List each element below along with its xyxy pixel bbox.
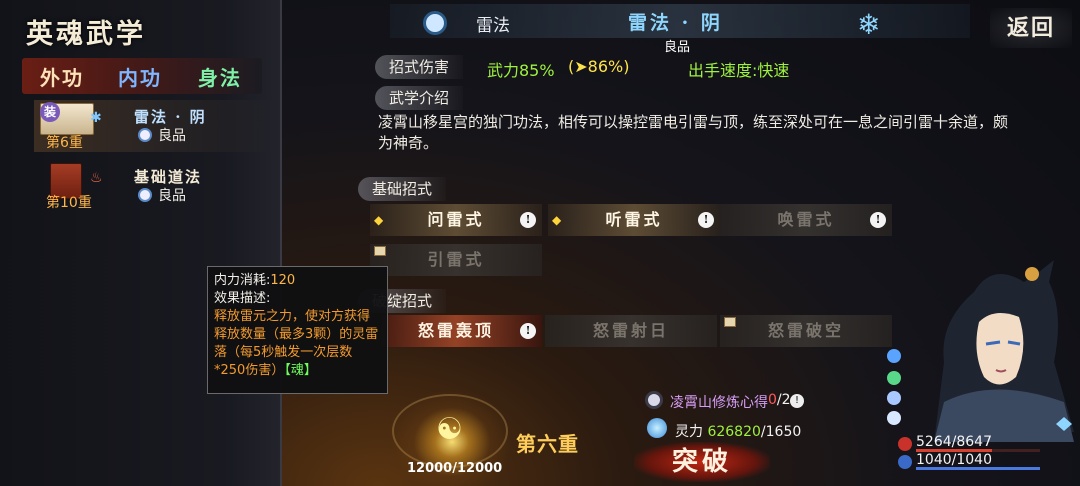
- equipped-badge: 装: [40, 102, 60, 122]
- buff-icon[interactable]: [887, 391, 901, 405]
- move-yinlei[interactable]: 引雷式: [370, 244, 542, 276]
- meditation-icon: ☯: [436, 412, 463, 447]
- effect-label: 效果描述:: [214, 291, 271, 306]
- spirit-need: /1650: [760, 424, 802, 440]
- scroll-icon: [645, 391, 663, 409]
- move-name: 怒雷轰顶: [417, 321, 494, 340]
- intro-label: 武学介绍: [375, 86, 464, 110]
- info-icon[interactable]: !: [790, 394, 804, 408]
- move-name: 怒雷破空: [767, 321, 844, 340]
- spirit-cost: 灵力 626820/1650: [675, 421, 801, 441]
- move-name: 引雷式: [427, 250, 485, 269]
- tab-neigong[interactable]: 内功: [118, 62, 162, 91]
- buff-icon[interactable]: [887, 349, 901, 363]
- insight-current: 0: [768, 392, 777, 408]
- hp-value: 5264/8647: [916, 434, 992, 450]
- skill-level: 第6重: [46, 135, 83, 151]
- category-tabs: 外功 内功 身法: [22, 58, 262, 94]
- basic-moves-label: 基础招式: [358, 177, 447, 201]
- move-huanlei[interactable]: 唤雷式 !: [720, 204, 892, 236]
- move-nulei-sheri[interactable]: 怒雷射日: [545, 315, 717, 347]
- panel-title: 英魂武学: [26, 19, 146, 50]
- skill-list-panel: 英魂武学 外功 内功 身法 装 ✱ 第6重 雷法 · 阴 良品 ♨ 第10重 基…: [0, 0, 282, 486]
- damage-label: 招式伤害: [375, 55, 464, 79]
- flame-icon: ♨: [90, 170, 103, 186]
- skill-level: 第10重: [46, 195, 92, 211]
- snowflake-icon: ❄: [857, 8, 881, 41]
- insight-total: /2: [776, 392, 791, 408]
- character-portrait: [934, 260, 1074, 442]
- attack-speed: 出手速度:快速: [688, 61, 790, 80]
- damage-bonus: (➤86%): [568, 57, 630, 76]
- cost-value: 120: [270, 273, 296, 288]
- move-name: 问雷式: [427, 210, 485, 229]
- move-tinglei[interactable]: ◆ 听雷式 !: [548, 204, 720, 236]
- info-icon[interactable]: !: [698, 212, 714, 228]
- hp-icon: [898, 437, 912, 451]
- buff-icon[interactable]: [887, 411, 901, 425]
- skill-name: 雷法 · 阴: [134, 108, 207, 126]
- intro-text: 凌霄山移星宫的独门功法，相传可以操控雷电引雷与顶，练至深处可在一息之间引雷十余道…: [378, 113, 1009, 152]
- insight-label: 凌霄山修炼心得: [670, 395, 768, 411]
- tab-waigong[interactable]: 外功: [40, 62, 84, 91]
- spark-icon: ✱: [90, 110, 102, 126]
- soul-tag: 【魂】: [284, 363, 317, 378]
- damage-power: 武力85%: [487, 61, 555, 80]
- move-name: 唤雷式: [777, 210, 835, 229]
- spirit-label: 灵力: [675, 424, 703, 440]
- swirl-icon: [647, 418, 667, 438]
- skill-grade: 良品: [158, 188, 186, 204]
- buff-icon[interactable]: [887, 371, 901, 385]
- page-title: 雷法 · 阴: [628, 12, 723, 34]
- cost-label: 内力消耗:: [214, 273, 271, 288]
- grade-icon: [138, 188, 152, 202]
- scroll-icon: [724, 317, 736, 327]
- mp-value: 1040/1040: [916, 452, 992, 468]
- breakthrough-button[interactable]: 突破: [634, 442, 770, 482]
- move-name: 听雷式: [605, 210, 663, 229]
- header-grade: 良品: [664, 40, 691, 55]
- mp-bar: [916, 467, 1040, 470]
- mp-icon: [898, 455, 912, 469]
- active-dot-icon: ◆: [552, 213, 562, 227]
- skill-item-jichu-daofa[interactable]: ♨ 第10重 基础道法 良品: [34, 160, 274, 212]
- move-nulei-pokong[interactable]: 怒雷破空: [720, 315, 892, 347]
- mp-bar-fill: [916, 467, 1040, 470]
- info-icon[interactable]: !: [520, 212, 536, 228]
- grade-icon: [138, 128, 152, 142]
- scroll-icon: [374, 246, 386, 256]
- header-style: 雷法: [476, 16, 510, 36]
- info-icon[interactable]: !: [870, 212, 886, 228]
- info-icon[interactable]: !: [520, 323, 536, 339]
- skill-item-leifa-yin[interactable]: 装 ✱ 第6重 雷法 · 阴 良品: [34, 100, 274, 152]
- move-wenlei[interactable]: ◆ 问雷式 !: [370, 204, 542, 236]
- thunder-seal-icon: [423, 11, 447, 35]
- move-tooltip: 内力消耗:120 效果描述: 释放雷元之力，使对方获得释放数量（最多3颗）的灵雷…: [207, 266, 388, 394]
- skill-grade: 良品: [158, 128, 186, 144]
- back-button[interactable]: 返回: [990, 8, 1072, 48]
- orb-value: 12000/12000: [407, 461, 503, 476]
- move-nulei-hongding[interactable]: 怒雷轰顶 !: [370, 315, 542, 347]
- spirit-have: 626820: [707, 424, 761, 440]
- stage-label: 第六重: [516, 432, 579, 456]
- move-name: 怒雷射日: [592, 321, 669, 340]
- tab-shenfa[interactable]: 身法: [198, 62, 242, 91]
- skill-name: 基础道法: [134, 168, 203, 186]
- active-dot-icon: ◆: [374, 213, 384, 227]
- insight-count: 0/2: [768, 392, 791, 408]
